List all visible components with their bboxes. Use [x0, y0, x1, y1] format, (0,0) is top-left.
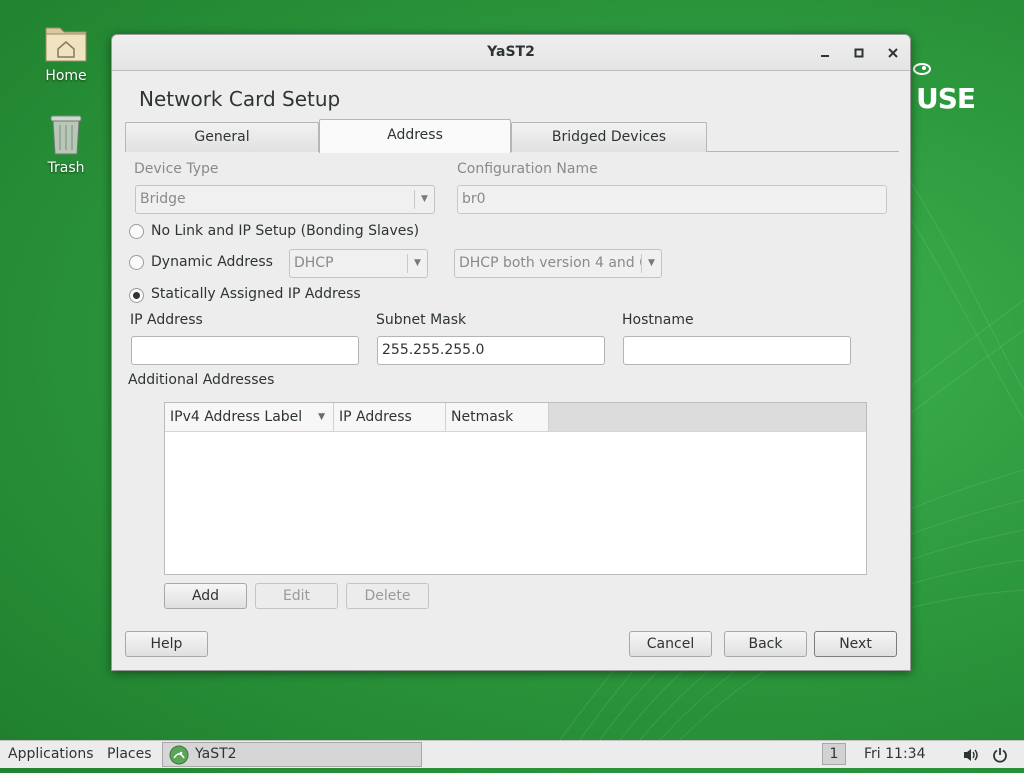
next-button[interactable]: Next [814, 631, 897, 657]
back-button[interactable]: Back [724, 631, 807, 657]
help-button[interactable]: Help [125, 631, 208, 657]
dhcp-mode-select: DHCP ▼ [289, 249, 428, 278]
close-button[interactable] [883, 43, 903, 63]
tab-general[interactable]: General [125, 122, 319, 152]
window-titlebar[interactable]: YaST2 [112, 35, 910, 71]
radio-no-link[interactable] [129, 224, 144, 239]
chevron-down-icon: ▼ [414, 190, 434, 209]
desktop-icon-label: Trash [47, 160, 85, 176]
cancel-button[interactable]: Cancel [629, 631, 712, 657]
applications-menu[interactable]: Applications [8, 741, 94, 768]
tab-bar: General Address Bridged Devices [125, 119, 899, 153]
desktop-icon-label: Home [45, 68, 87, 84]
maximize-button[interactable] [849, 43, 869, 63]
hostname-input[interactable] [623, 336, 851, 365]
chameleon-logo-icon [913, 63, 931, 75]
delete-button[interactable]: Delete [346, 583, 429, 609]
radio-static-label[interactable]: Statically Assigned IP Address [151, 286, 361, 302]
header-filler [549, 403, 866, 431]
radio-static-address[interactable] [129, 288, 144, 303]
radio-dynamic-address[interactable] [129, 255, 144, 270]
power-icon[interactable] [992, 746, 1008, 773]
chevron-down-icon: ▼ [407, 254, 427, 273]
column-header-label[interactable]: IPv4 Address Label ▼ [165, 403, 334, 431]
taskbar-window-yast[interactable]: YaST2 [162, 742, 422, 767]
tab-bridged-devices[interactable]: Bridged Devices [511, 122, 707, 152]
radio-no-link-label[interactable]: No Link and IP Setup (Bonding Slaves) [151, 223, 419, 239]
desktop-icon-trash[interactable]: Trash [26, 112, 106, 176]
additional-addresses-label: Additional Addresses [128, 372, 275, 388]
home-folder-icon [45, 27, 87, 62]
additional-addresses-table[interactable]: IPv4 Address Label ▼ IP Address Netmask [164, 402, 867, 575]
page-title: Network Card Setup [139, 87, 341, 111]
edit-button[interactable]: Edit [255, 583, 338, 609]
window-title: YaST2 [487, 44, 535, 60]
device-type-select: Bridge ▼ [135, 185, 435, 214]
ip-address-label: IP Address [130, 312, 203, 328]
column-header-ip[interactable]: IP Address [334, 403, 446, 431]
clock[interactable]: Fri 11:34 [864, 741, 925, 768]
config-name-label: Configuration Name [457, 161, 598, 177]
close-icon [888, 48, 898, 58]
table-header: IPv4 Address Label ▼ IP Address Netmask [165, 403, 866, 432]
subnet-mask-input[interactable]: 255.255.255.0 [377, 336, 605, 365]
maximize-icon [854, 48, 864, 58]
places-menu[interactable]: Places [107, 741, 152, 768]
hostname-label: Hostname [622, 312, 694, 328]
chevron-down-icon: ▼ [641, 254, 661, 273]
radio-dynamic-label[interactable]: Dynamic Address [151, 254, 273, 270]
yast-window: YaST2 Network Card Setup General Address… [111, 34, 911, 671]
dhcp-version-select: DHCP both version 4 and 6 ▼ [454, 249, 662, 278]
desktop-icon-home[interactable]: Home [26, 22, 106, 84]
minimize-icon [821, 55, 829, 57]
workspace-switcher[interactable]: 1 [822, 743, 846, 765]
subnet-mask-label: Subnet Mask [376, 312, 467, 328]
brand-logo: USE [912, 60, 992, 120]
yast-app-icon [169, 745, 189, 765]
ip-address-input[interactable] [131, 336, 359, 365]
minimize-button[interactable] [815, 43, 835, 63]
volume-icon[interactable] [962, 746, 980, 773]
trash-icon [50, 115, 82, 155]
taskbar: Applications Places YaST2 1 Fri 11:34 [0, 740, 1024, 768]
device-type-label: Device Type [134, 161, 219, 177]
sort-down-icon: ▼ [318, 412, 325, 422]
column-header-netmask[interactable]: Netmask [446, 403, 549, 431]
config-name-field: br0 [457, 185, 887, 214]
add-button[interactable]: Add [164, 583, 247, 609]
tab-address[interactable]: Address [319, 119, 511, 153]
